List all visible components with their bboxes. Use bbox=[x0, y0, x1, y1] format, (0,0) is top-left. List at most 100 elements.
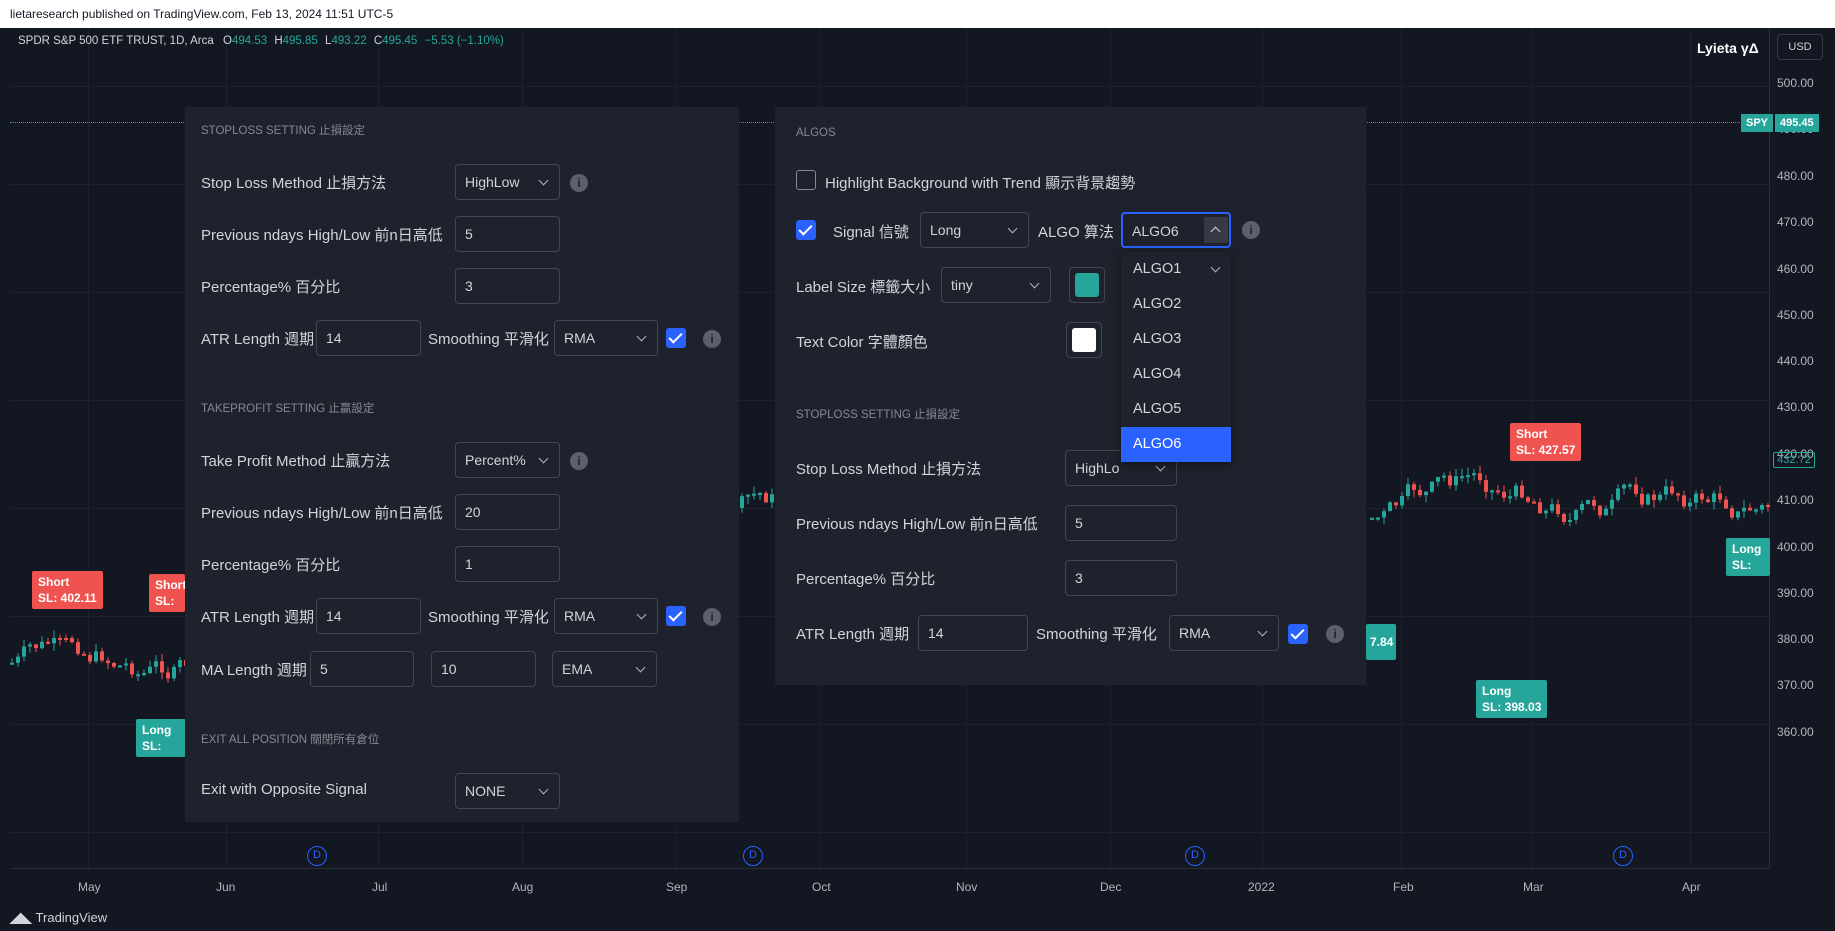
price-tick: 390.00 bbox=[1777, 586, 1814, 600]
candle-body bbox=[1760, 505, 1764, 510]
algos-settings-panel bbox=[775, 107, 1366, 685]
candle-body bbox=[112, 663, 116, 667]
candle-body bbox=[16, 656, 20, 663]
section-header: STOPLOSS SETTING 止損設定 bbox=[796, 409, 961, 421]
info-icon[interactable]: i bbox=[703, 608, 721, 626]
tp-method-select[interactable]: Percent% bbox=[455, 442, 560, 478]
info-icon[interactable]: i bbox=[1326, 625, 1344, 643]
candle-body bbox=[1472, 473, 1476, 476]
tp-prev-ndays-label: Previous ndays High/Low 前n日高低 bbox=[201, 505, 443, 522]
percentage-input[interactable]: 3 bbox=[455, 268, 560, 304]
percentage-label: Percentage% 百分比 bbox=[796, 571, 936, 588]
candle-body bbox=[172, 666, 176, 679]
ma-type-select[interactable]: EMA bbox=[552, 651, 657, 687]
tp-prev-ndays-input[interactable]: 20 bbox=[455, 494, 560, 530]
sl-method-select[interactable]: HighLow bbox=[455, 164, 560, 200]
tp-atr-label: ATR Length 週期 bbox=[201, 609, 315, 626]
candle-body bbox=[1520, 485, 1524, 498]
candle-body bbox=[106, 660, 110, 664]
candle-body bbox=[1598, 505, 1602, 516]
candle-body bbox=[1394, 502, 1398, 506]
chart-label-long: Long SL: 423 bbox=[1726, 538, 1770, 576]
candle-body bbox=[1694, 493, 1698, 503]
chevron-up-icon[interactable] bbox=[1204, 217, 1228, 243]
algo-option[interactable]: ALGO5 bbox=[1121, 392, 1231, 427]
smoothing-select[interactable]: RMA bbox=[1169, 615, 1279, 651]
price-tick: 450.00 bbox=[1777, 308, 1814, 322]
section-header: EXIT ALL POSITION 關閉所有倉位 bbox=[201, 734, 380, 746]
tp-smoothing-select[interactable]: RMA bbox=[554, 598, 658, 634]
signal-label: Signal 信號 bbox=[833, 224, 909, 241]
candle-body bbox=[70, 638, 74, 643]
tp-atr-input[interactable]: 14 bbox=[316, 598, 421, 634]
prev-ndays-input[interactable]: 5 bbox=[455, 216, 560, 252]
ma-length-input-1[interactable]: 5 bbox=[310, 651, 414, 687]
dividend-marker[interactable]: D bbox=[307, 846, 327, 866]
candle-body bbox=[1568, 519, 1572, 522]
candle-body bbox=[1514, 485, 1518, 497]
label-size-select[interactable]: tiny bbox=[941, 267, 1051, 303]
atr-checkbox[interactable] bbox=[666, 328, 686, 348]
candle-body bbox=[1574, 510, 1578, 520]
candle-body bbox=[118, 665, 122, 668]
candle-body bbox=[1424, 491, 1428, 496]
info-icon[interactable]: i bbox=[570, 452, 588, 470]
time-tick: Jul bbox=[372, 880, 388, 894]
info-icon[interactable]: i bbox=[1242, 221, 1260, 239]
atr-length-label: ATR Length 週期 bbox=[201, 331, 315, 348]
tag-value: SL: 398.03 bbox=[1482, 700, 1542, 714]
candle-body bbox=[746, 494, 750, 497]
time-axis[interactable]: May Jun Jul Aug Sep Oct Nov Dec 2022 Feb… bbox=[10, 868, 1770, 903]
label-color-swatch[interactable] bbox=[1069, 267, 1105, 303]
signal-checkbox[interactable] bbox=[796, 220, 816, 240]
candle-body bbox=[136, 674, 140, 677]
atr-checkbox[interactable] bbox=[1288, 624, 1308, 644]
dividend-marker[interactable]: D bbox=[743, 846, 763, 866]
candle-body bbox=[1538, 502, 1542, 514]
close-label: C bbox=[373, 35, 383, 47]
candle-body bbox=[1454, 476, 1458, 486]
current-price-label: 432.72 bbox=[1773, 452, 1815, 468]
time-tick: Dec bbox=[1100, 880, 1122, 894]
tp-percentage-input[interactable]: 1 bbox=[455, 546, 560, 582]
prev-ndays-input[interactable]: 5 bbox=[1065, 505, 1177, 541]
highlight-bg-checkbox[interactable] bbox=[796, 170, 816, 190]
exit-opposite-select[interactable]: NONE bbox=[455, 773, 560, 809]
candle-body bbox=[1382, 511, 1386, 518]
atr-length-input[interactable]: 14 bbox=[316, 320, 421, 356]
dividend-marker[interactable]: D bbox=[1185, 846, 1205, 866]
indicator-name[interactable]: Lyieta γΔ bbox=[1697, 40, 1759, 56]
price-axis[interactable]: 500.00 490.00 480.00 470.00 460.00 450.0… bbox=[1771, 28, 1835, 868]
algo-option[interactable]: ALGO4 bbox=[1121, 357, 1231, 392]
candle-body bbox=[1388, 502, 1392, 512]
ma-length-input-2[interactable]: 10 bbox=[431, 651, 536, 687]
algo-option-selected[interactable]: ALGO6 bbox=[1121, 427, 1231, 462]
candle-body bbox=[1418, 489, 1422, 496]
algo-dropdown-menu[interactable]: ALGO1 ALGO2 ALGO3 ALGO4 ALGO5 ALGO6 bbox=[1121, 252, 1231, 462]
text-color-swatch[interactable] bbox=[1066, 322, 1102, 358]
chart-label-short: Short SL: 402.11 bbox=[32, 571, 103, 609]
candle-body bbox=[82, 653, 86, 656]
tp-atr-checkbox[interactable] bbox=[666, 606, 686, 626]
price-tick: 500.00 bbox=[1777, 76, 1814, 90]
atr-length-input[interactable]: 14 bbox=[918, 615, 1028, 651]
percentage-input[interactable]: 3 bbox=[1065, 560, 1177, 596]
dividend-marker[interactable]: D bbox=[1613, 846, 1633, 866]
algo-option[interactable]: ALGO2 bbox=[1121, 287, 1231, 322]
candle-body bbox=[1646, 494, 1650, 505]
signal-select[interactable]: Long bbox=[920, 212, 1029, 248]
smoothing-select[interactable]: RMA bbox=[554, 320, 658, 356]
algo-option[interactable]: ALGO3 bbox=[1121, 322, 1231, 357]
spy-price: 495.45 bbox=[1775, 114, 1819, 132]
info-icon[interactable]: i bbox=[570, 174, 588, 192]
symbol-legend[interactable]: SPDR S&P 500 ETF TRUST, 1D, Arca O494.53… bbox=[18, 35, 504, 47]
tp-percentage-label: Percentage% 百分比 bbox=[201, 557, 341, 574]
candle-body bbox=[34, 644, 38, 649]
currency-button[interactable]: USD bbox=[1777, 34, 1823, 60]
candle-body bbox=[1754, 509, 1758, 512]
info-icon[interactable]: i bbox=[703, 330, 721, 348]
candle-body bbox=[1652, 494, 1656, 500]
candle-body bbox=[94, 651, 98, 662]
candle-body bbox=[160, 661, 164, 673]
symbol-name: SPDR S&P 500 ETF TRUST, 1D, Arca bbox=[18, 35, 214, 47]
